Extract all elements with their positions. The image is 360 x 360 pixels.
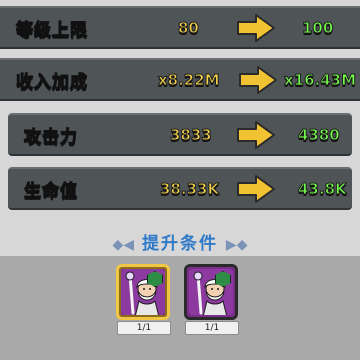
card-inner [121,269,165,315]
requirements-panel [0,256,360,360]
card-inner [189,269,233,315]
stat-before-value: x8.22M [158,70,221,89]
stat-row-level-cap: 等级上限 80 100 [0,6,360,49]
requirement-count: 1/1 [185,321,239,335]
stat-after-value: 100 [301,18,334,37]
arrow-right-icon [237,174,275,203]
stat-label: 收入加成 [16,72,88,93]
stat-before-value: 38.33K [159,179,220,198]
stat-label: 等级上限 [16,20,88,41]
requirement-count: 1/1 [117,321,171,335]
decor-right: ▶◆ [225,237,248,253]
stat-before-value: 3833 [170,125,213,144]
stat-row-attack: 攻击力 3833 4380 [8,113,352,156]
requirement-card[interactable] [184,264,238,320]
stat-row-health: 生命值 38.33K 43.8K [8,167,352,210]
arrow-right-icon [237,13,275,42]
stat-row-income-bonus: 收入加成 x8.22M x16.43M [0,58,360,101]
stat-after-value: 4380 [298,125,341,144]
stat-label: 攻击力 [24,127,78,148]
requirement-card-selected[interactable] [116,264,170,320]
arrow-right-icon [239,65,277,94]
stat-after-value: 43.8K [298,179,348,198]
stat-before-value: 80 [178,18,200,37]
upgrade-conditions-label: 提升条件 [142,234,218,254]
arrow-right-icon [237,120,275,149]
decor-left: ◆◀ [112,237,135,253]
stat-label: 生命值 [24,181,78,202]
stat-after-value: x16.43M [283,70,357,89]
upgrade-conditions-title: ◆◀ 提升条件 ▶◆ [0,229,360,254]
